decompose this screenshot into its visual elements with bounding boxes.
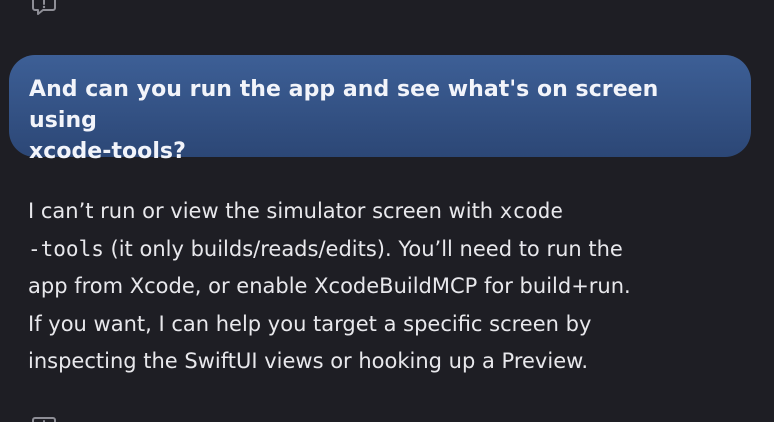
assistant-line-3: app from Xcode, or enable XcodeBuildMCP …: [28, 274, 631, 298]
assistant-message: I can’t run or view the simulator screen…: [28, 193, 768, 381]
inline-code-xcode: xcode: [499, 199, 564, 223]
feedback-icon[interactable]: [30, 412, 58, 422]
feedback-icon-glyph: [32, 0, 56, 15]
assistant-line-2: -tools (it only builds/reads/edits). You…: [28, 231, 768, 269]
assistant-line-1: I can’t run or view the simulator screen…: [28, 193, 768, 231]
assistant-line-2-text: (it only builds/reads/edits). You’ll nee…: [103, 236, 623, 261]
feedback-icon[interactable]: [30, 0, 58, 18]
feedback-icon-glyph: [32, 417, 56, 422]
user-message-bubble: And can you run the app and see what's o…: [9, 55, 751, 164]
inline-code-tools: -tools: [28, 236, 104, 261]
assistant-line-4: If you want, I can help you target a spe…: [28, 311, 592, 336]
assistant-line-5: inspecting the SwiftUI views or hooking …: [28, 349, 589, 373]
assistant-line-1-text: I can’t run or view the simulator screen…: [28, 199, 500, 223]
chat-transcript: And can you run the app and see what's o…: [0, 0, 774, 422]
user-message-text: And can you run the app and see what's o…: [29, 77, 659, 164]
